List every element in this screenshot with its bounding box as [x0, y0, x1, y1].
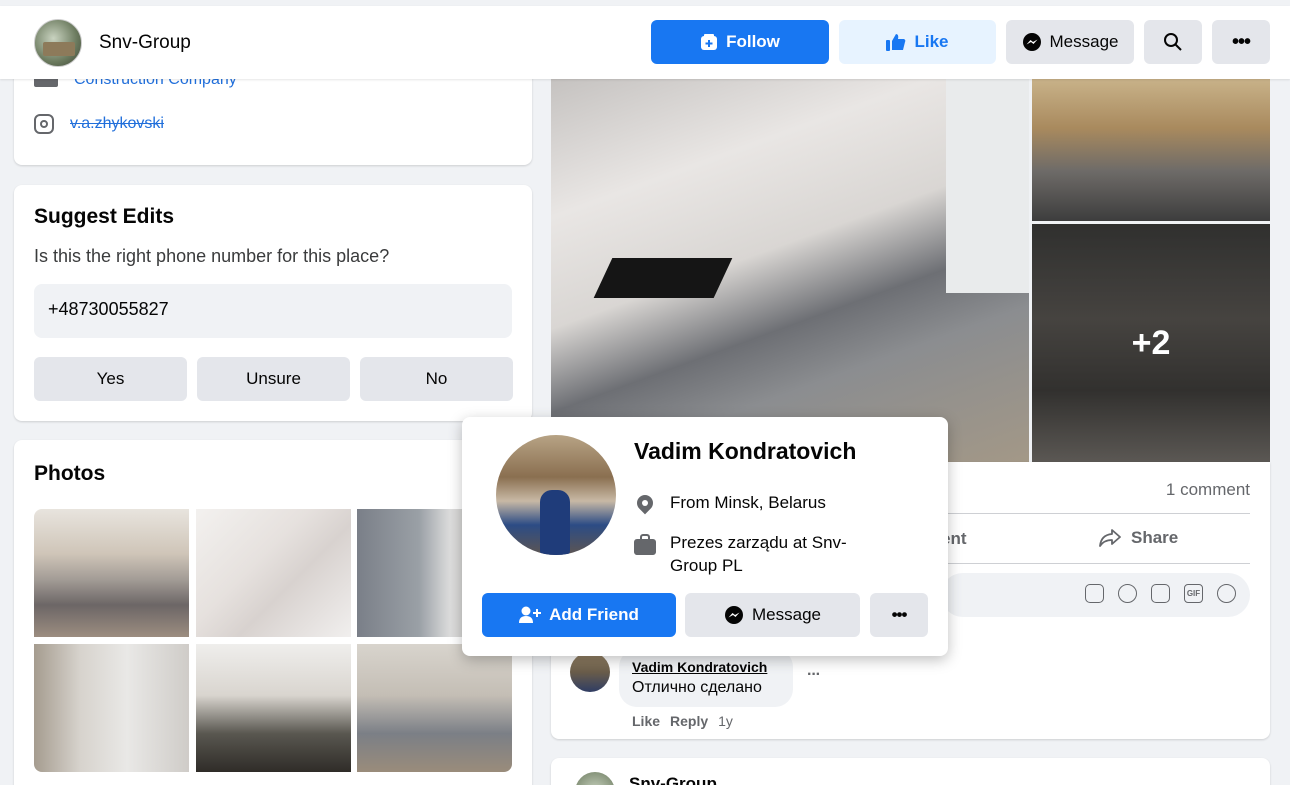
location-icon [633, 491, 657, 515]
instagram-row: v.a.zhykovski [34, 114, 164, 134]
gif-icon[interactable]: GIF [1184, 584, 1203, 603]
photos-card: Photos [14, 440, 532, 785]
hovercard-more-button[interactable]: ••• [870, 593, 928, 637]
comment-text: Отлично сделано [632, 679, 762, 696]
like-button[interactable]: Like [839, 20, 996, 64]
location-place[interactable]: Minsk, Belarus [714, 493, 825, 512]
share-label: Share [1131, 528, 1179, 547]
more-photos-count: +2 [1032, 224, 1270, 462]
location-prefix: From [670, 493, 715, 512]
messenger-icon [725, 606, 743, 624]
photo-thumbnail[interactable] [34, 509, 189, 637]
comment-avatar[interactable] [570, 652, 610, 692]
comment-more-icon[interactable]: ··· [807, 666, 821, 684]
page-header: Snv-Group Follow Like Message ••• [0, 6, 1290, 79]
comment-actions: Like Reply 1y [632, 713, 733, 729]
follow-button[interactable]: Follow [651, 20, 829, 64]
comment-like-button[interactable]: Like [632, 713, 660, 729]
comment-timestamp[interactable]: 1y [718, 713, 733, 729]
comment-input[interactable]: GIF [941, 573, 1250, 617]
next-post-avatar[interactable] [575, 772, 615, 785]
more-icon: ••• [891, 605, 908, 624]
photo-thumbnail[interactable] [357, 644, 512, 772]
hovercard-work: Prezes zarządu at Snv-Group PL [670, 533, 847, 575]
message-button[interactable]: Message [1006, 20, 1134, 64]
hovercard-name[interactable]: Vadim Kondratovich [634, 438, 856, 465]
photo-thumbnail[interactable] [196, 644, 351, 772]
phone-number: +48730055827 [34, 284, 512, 338]
post-photo-bathroom[interactable]: +2 [1032, 224, 1270, 462]
photo-cooktop-detail [593, 258, 733, 298]
page-avatar[interactable] [34, 19, 82, 67]
thumbs-up-icon [886, 34, 906, 51]
follow-label: Follow [726, 32, 780, 51]
instagram-link[interactable]: v.a.zhykovski [70, 115, 164, 133]
post-photo-kitchen[interactable] [551, 78, 1029, 462]
more-icon: ••• [1231, 30, 1251, 53]
profile-hovercard: Vadim Kondratovich From Minsk, Belarus P… [462, 417, 948, 656]
add-friend-button[interactable]: Add Friend [482, 593, 676, 637]
hovercard-message-label: Message [752, 605, 821, 624]
photo-thumbnail[interactable] [34, 644, 189, 772]
add-friend-icon [519, 606, 542, 623]
comment-reply-button[interactable]: Reply [670, 713, 708, 729]
pin-icon [633, 491, 657, 515]
sticker-icon[interactable] [1217, 584, 1236, 603]
more-options-button[interactable]: ••• [1212, 20, 1270, 64]
like-label: Like [914, 32, 949, 51]
message-label: Message [1049, 32, 1119, 51]
hovercard-location: From Minsk, Belarus [670, 493, 826, 513]
hovercard-message-button[interactable]: Message [685, 593, 860, 637]
search-icon [1164, 33, 1182, 51]
suggest-question: Is this the right phone number for this … [34, 246, 390, 266]
post-photo-living-room[interactable] [1032, 78, 1270, 221]
comment-bubble: Vadim Kondratovich Отлично сделано [619, 649, 793, 707]
follow-icon [701, 34, 718, 50]
next-post-author[interactable]: Snv-Group [629, 774, 717, 785]
page-name[interactable]: Snv-Group [99, 32, 191, 54]
messenger-icon [1022, 33, 1041, 51]
comment-tools: GIF [1085, 584, 1236, 603]
photo-thumbnail[interactable] [196, 509, 351, 637]
next-post-card: Snv-Group [551, 758, 1270, 785]
unsure-button[interactable]: Unsure [197, 357, 350, 401]
share-action-button[interactable]: Share [1099, 528, 1178, 548]
post-photo-grid: +2 [551, 78, 1270, 462]
no-button[interactable]: No [360, 357, 513, 401]
briefcase-icon [634, 534, 656, 555]
suggest-edits-card: Suggest Edits Is this the right phone nu… [14, 185, 532, 421]
add-friend-label: Add Friend [549, 605, 639, 624]
comment-author[interactable]: Vadim Kondratovich [632, 659, 767, 675]
instagram-icon [34, 114, 54, 134]
suggest-title: Suggest Edits [34, 205, 175, 228]
share-icon [1099, 529, 1121, 547]
work-icon [634, 531, 656, 577]
hovercard-work-row: Prezes zarządu at Snv-Group PL [634, 531, 870, 577]
camera-icon[interactable] [1151, 584, 1170, 603]
comment-count[interactable]: 1 comment [1166, 480, 1250, 500]
hovercard-avatar[interactable] [496, 435, 616, 555]
search-button[interactable] [1144, 20, 1202, 64]
photos-title[interactable]: Photos [34, 462, 105, 486]
avatar-sticker-icon[interactable] [1085, 584, 1104, 603]
hovercard-location-row: From Minsk, Belarus [633, 491, 826, 515]
yes-button[interactable]: Yes [34, 357, 187, 401]
photo-door-detail [946, 78, 1029, 293]
emoji-icon[interactable] [1118, 584, 1137, 603]
